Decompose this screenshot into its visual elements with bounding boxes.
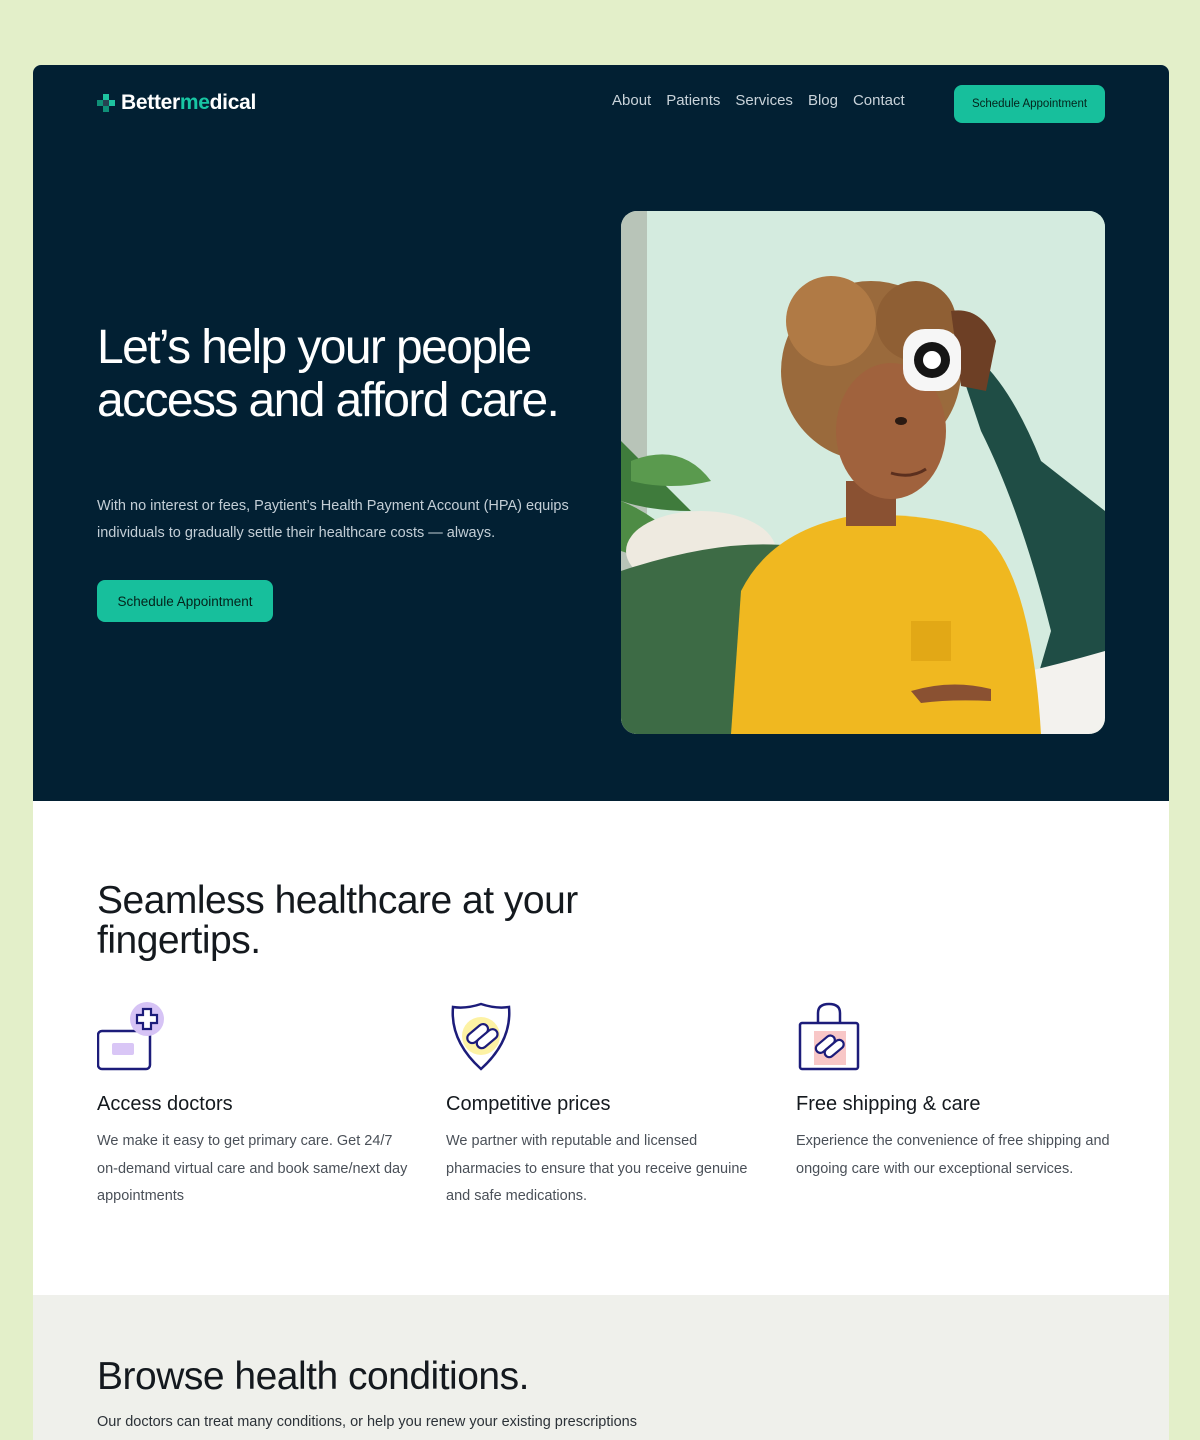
feature-access-doctors: Access doctors We make it easy to get pr… [96,1001,417,1211]
page-frame: Bettermedical About Patients Services Bl… [33,65,1169,1440]
logo-text: Bettermedical [121,91,257,114]
schedule-appointment-button[interactable]: Schedule Appointment [954,85,1105,123]
feature-text: We make it easy to get primary care. Get… [97,1133,408,1204]
hero-schedule-appointment-button[interactable]: Schedule Appointment [97,580,273,622]
shield-pills-icon [446,1001,516,1071]
main-nav: About Patients Services Blog Contact [612,92,905,109]
feature-title: Free shipping & care [796,1093,981,1115]
logo-cross-icon [97,94,115,112]
feature-text: Experience the convenience of free shipp… [796,1133,1110,1177]
feature-competitive-prices: Competitive prices We partner with reput… [446,1001,766,1211]
browse-conditions-section: Browse health conditions. Our doctors ca… [33,1295,1169,1440]
nav-item-contact[interactable]: Contact [853,92,905,109]
hero-section: Bettermedical About Patients Services Bl… [33,65,1169,801]
feature-text: We partner with reputable and licensed p… [446,1133,748,1204]
hero-subtitle: With no interest or fees, Paytient’s Hea… [97,498,569,541]
doctor-card-icon [96,1001,167,1071]
hero-title: Let’s help your people access and afford… [97,321,560,427]
browse-subtitle: Our doctors can treat many conditions, o… [97,1414,637,1430]
browse-title: Browse health conditions. [97,1355,529,1398]
nav-item-patients[interactable]: Patients [666,92,720,109]
logo[interactable]: Bettermedical [97,89,256,117]
feature-title: Access doctors [97,1093,233,1115]
nav-item-services[interactable]: Services [735,92,793,109]
feature-title: Competitive prices [446,1093,611,1115]
nav-item-about[interactable]: About [612,92,651,109]
shopping-bag-pills-icon [796,1001,866,1071]
features-section: Seamless healthcare at your fingertips. … [33,801,1169,1295]
features-title: Seamless healthcare at your fingertips. [97,879,578,962]
nav-item-blog[interactable]: Blog [808,92,838,109]
feature-free-shipping: Free shipping & care Experience the conv… [796,1001,1116,1183]
hero-photo [621,211,1105,734]
